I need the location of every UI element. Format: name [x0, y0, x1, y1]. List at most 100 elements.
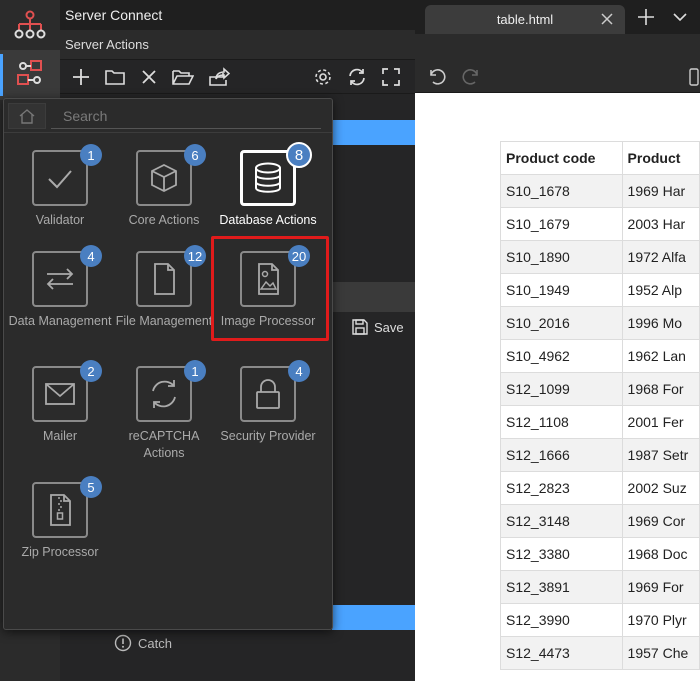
tile-label: Database Actions: [219, 213, 317, 227]
tile-database[interactable]: 8 Database Actions: [216, 142, 320, 260]
table-row[interactable]: S12_1099 1968 For: [500, 372, 700, 406]
table-row[interactable]: S12_3891 1969 For: [500, 570, 700, 604]
tile-recaptcha[interactable]: 1 reCAPTCHA Actions: [112, 360, 216, 476]
chevron-down-icon[interactable]: [673, 12, 687, 22]
table-row[interactable]: S12_3990 1970 Plyr: [500, 603, 700, 637]
delete-button[interactable]: [137, 65, 161, 89]
count-badge: 1: [184, 360, 206, 382]
tile-zip-file[interactable]: 5 Zip Processor: [8, 476, 112, 592]
section-header-strip: [332, 282, 415, 312]
table-cell: 2003 Har: [621, 207, 700, 241]
lock-icon: [256, 379, 280, 409]
table-row[interactable]: S12_3148 1969 Cor: [500, 504, 700, 538]
export-button[interactable]: [207, 65, 231, 89]
redo-icon[interactable]: [461, 67, 481, 87]
table-cell: S12_1666: [500, 438, 623, 472]
panel-subtitle: Server Actions: [60, 30, 415, 60]
table-cell: 1952 Alp: [621, 273, 700, 307]
settings-button[interactable]: [311, 65, 335, 89]
rail-server-actions[interactable]: [0, 50, 60, 100]
open-folder-icon: [172, 70, 194, 85]
catch-label: Catch: [138, 635, 172, 651]
table-row[interactable]: S12_4473 1957 Che: [500, 636, 700, 670]
cube-icon: [151, 163, 177, 193]
count-badge: 12: [184, 245, 206, 267]
arrows-exchange-icon: [46, 268, 74, 290]
count-badge: 8: [286, 142, 312, 168]
action-picker-popup: 1 Validator 6 Core Actions 8 Database Actions…: [3, 98, 333, 630]
tab-close-icon[interactable]: [599, 11, 615, 27]
table-cell: 1968 Doc: [621, 537, 700, 571]
product-table: Product code Product S10_1678 1969 Har S10…: [500, 141, 700, 670]
file-icon: [154, 263, 175, 295]
editor-toolbar: [415, 60, 700, 93]
undo-icon[interactable]: [427, 67, 447, 87]
open-folder-button[interactable]: [171, 65, 195, 89]
table-cell: S10_1949: [500, 273, 623, 307]
refresh-button[interactable]: [345, 65, 369, 89]
tile-lock[interactable]: 4 Security Provider: [216, 360, 320, 476]
gear-icon: [315, 69, 331, 85]
table-row[interactable]: S10_1890 1972 Alfa: [500, 240, 700, 274]
refresh-icon: [349, 68, 365, 86]
selected-tree-row[interactable]: [332, 120, 415, 145]
tile-file[interactable]: 12 File Management: [112, 245, 216, 361]
save-button[interactable]: Save: [350, 313, 415, 341]
rail-server-connect[interactable]: [0, 3, 60, 53]
tile-envelope[interactable]: 2 Mailer: [8, 360, 112, 476]
count-badge: 4: [288, 360, 310, 382]
tile-cube[interactable]: 6 Core Actions: [112, 144, 216, 260]
catch-tree-item[interactable]: Catch: [114, 633, 172, 653]
tile-label: Core Actions: [128, 213, 200, 227]
table-cell: 1957 Che: [621, 636, 700, 670]
column-header[interactable]: Product code: [500, 141, 623, 175]
table-cell: S10_1678: [500, 174, 623, 208]
search-input[interactable]: [51, 103, 321, 129]
table-row[interactable]: S10_1679 2003 Har: [500, 207, 700, 241]
table-row[interactable]: S12_1108 2001 Fer: [500, 405, 700, 439]
tile-label: File Management: [115, 314, 213, 328]
image-file-icon: [258, 263, 279, 295]
new-folder-button[interactable]: [103, 65, 127, 89]
table-row[interactable]: S10_2016 1996 Mo: [500, 306, 700, 340]
table-row[interactable]: S12_3380 1968 Doc: [500, 537, 700, 571]
column-header[interactable]: Product: [621, 141, 700, 175]
tile-label: Data Management: [8, 314, 112, 328]
table-cell: 1972 Alfa: [621, 240, 700, 274]
new-tab-icon[interactable]: [637, 8, 655, 26]
tile-label: Zip Processor: [21, 545, 99, 559]
tab-table-html[interactable]: table.html: [425, 5, 625, 34]
table-row[interactable]: S10_4962 1962 Lan: [500, 339, 700, 373]
table-header-row: Product code Product: [500, 141, 700, 175]
table-row[interactable]: S10_1678 1969 Har: [500, 174, 700, 208]
table-cell: 1962 Lan: [621, 339, 700, 373]
count-badge: 2: [80, 360, 102, 382]
server-actions-icon: [13, 56, 47, 95]
table-cell: 1969 Cor: [621, 504, 700, 538]
table-cell: S10_1890: [500, 240, 623, 274]
folder-icon: [105, 70, 125, 85]
database-icon: [255, 162, 281, 193]
table-cell: S12_3148: [500, 504, 623, 538]
fullscreen-button[interactable]: [379, 65, 403, 89]
device-preview-icon[interactable]: [689, 68, 699, 86]
table-cell: S12_4473: [500, 636, 623, 670]
tab-label: table.html: [496, 12, 554, 27]
table-row[interactable]: S12_2823 2002 Suz: [500, 471, 700, 505]
add-button[interactable]: [69, 65, 93, 89]
tile-label: Image Processor: [220, 314, 316, 328]
table-cell: S12_1099: [500, 372, 623, 406]
home-button[interactable]: [8, 103, 46, 129]
table-cell: S10_1679: [500, 207, 623, 241]
tree-row-highlight[interactable]: [332, 605, 415, 630]
panel-title: Server Connect: [60, 0, 415, 30]
tile-check[interactable]: 1 Validator: [8, 144, 112, 260]
popup-search-bar: [4, 99, 332, 133]
app-window: Server Connect Server Actions Save Catch…: [0, 0, 700, 681]
table-cell: S12_3380: [500, 537, 623, 571]
tile-arrows-exchange[interactable]: 4 Data Management: [8, 245, 112, 361]
tile-image-file[interactable]: 20 Image Processor: [216, 245, 320, 361]
table-row[interactable]: S10_1949 1952 Alp: [500, 273, 700, 307]
add-icon: [73, 69, 89, 85]
table-row[interactable]: S12_1666 1987 Setr: [500, 438, 700, 472]
